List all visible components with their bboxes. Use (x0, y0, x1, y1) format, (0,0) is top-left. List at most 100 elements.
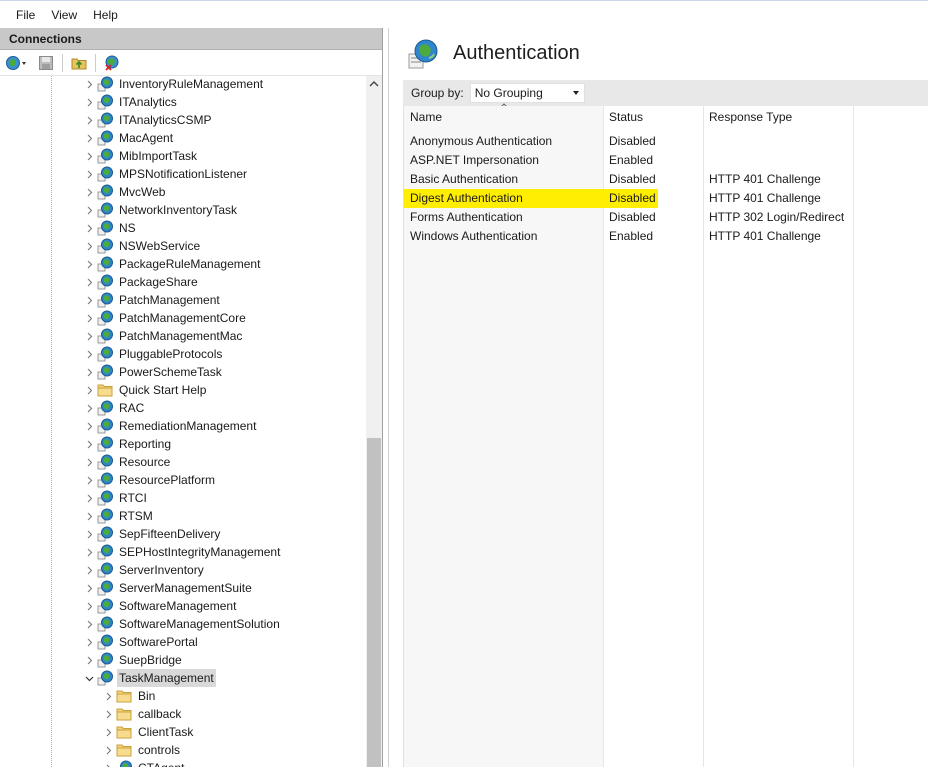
menu-file[interactable]: File (8, 4, 43, 26)
tree-item[interactable]: MPSNotificationListener (84, 165, 249, 183)
chevron-right-icon[interactable] (84, 597, 94, 615)
chevron-right-icon[interactable] (84, 291, 94, 309)
tree-item[interactable]: Bin (103, 687, 157, 705)
chevron-right-icon[interactable] (84, 219, 94, 237)
chevron-right-icon[interactable] (84, 615, 94, 633)
tree-item[interactable]: Resource (84, 453, 172, 471)
tree-scrollbar[interactable] (366, 76, 382, 767)
tree-item[interactable]: TaskManagement (84, 669, 216, 687)
tree-item[interactable]: controls (103, 741, 182, 759)
chevron-right-icon[interactable] (84, 471, 94, 489)
tree-item[interactable]: ITAnalyticsCSMP (84, 111, 213, 129)
scroll-thumb[interactable] (367, 438, 381, 767)
chevron-right-icon[interactable] (84, 165, 94, 183)
disconnect-button[interactable] (102, 53, 122, 73)
tree-item[interactable]: PackageRuleManagement (84, 255, 262, 273)
chevron-right-icon[interactable] (84, 651, 94, 669)
chevron-right-icon[interactable] (84, 417, 94, 435)
tree-item[interactable]: MacAgent (84, 129, 175, 147)
table-row[interactable]: ASP.NET Impersonation Enabled (404, 151, 928, 170)
tree-item[interactable]: ITAnalytics (84, 93, 179, 111)
tree-item[interactable]: NSWebService (84, 237, 202, 255)
chevron-right-icon[interactable] (84, 183, 94, 201)
tree-item[interactable]: RTCI (84, 489, 149, 507)
tree-item[interactable]: PatchManagement (84, 291, 222, 309)
tree-item[interactable]: callback (103, 705, 183, 723)
menu-view[interactable]: View (43, 4, 85, 26)
chevron-right-icon[interactable] (103, 723, 113, 741)
chevron-right-icon[interactable] (84, 507, 94, 525)
chevron-right-icon[interactable] (84, 525, 94, 543)
tree-item[interactable]: PatchManagementMac (84, 327, 244, 345)
column-header-name[interactable]: Name (404, 106, 603, 128)
group-by-dropdown[interactable]: No Grouping (469, 83, 585, 103)
tree-item[interactable]: RTSM (84, 507, 155, 525)
chevron-right-icon[interactable] (84, 147, 94, 165)
chevron-right-icon[interactable] (84, 111, 94, 129)
tree-item[interactable]: MibImportTask (84, 147, 199, 165)
chevron-right-icon[interactable] (84, 453, 94, 471)
chevron-right-icon[interactable] (84, 273, 94, 291)
chevron-right-icon[interactable] (84, 201, 94, 219)
tree-item[interactable]: Reporting (84, 435, 173, 453)
tree-item[interactable]: ServerInventory (84, 561, 206, 579)
save-button[interactable] (36, 53, 56, 73)
chevron-right-icon[interactable] (84, 129, 94, 147)
chevron-right-icon[interactable] (103, 705, 113, 723)
tree-item[interactable]: CTAgent (103, 759, 186, 767)
tree-item[interactable]: ServerManagementSuite (84, 579, 254, 597)
column-header-status[interactable]: Status (603, 106, 703, 128)
chevron-right-icon[interactable] (84, 363, 94, 381)
tree-item[interactable]: SEPHostIntegrityManagement (84, 543, 282, 561)
chevron-right-icon[interactable] (84, 543, 94, 561)
chevron-right-icon[interactable] (84, 381, 94, 399)
chevron-right-icon[interactable] (84, 76, 94, 93)
tree-item[interactable]: SoftwareManagement (84, 597, 238, 615)
tree-item[interactable]: RAC (84, 399, 146, 417)
chevron-right-icon[interactable] (84, 93, 94, 111)
tree-item[interactable]: InventoryRuleManagement (84, 76, 265, 93)
menu-help[interactable]: Help (85, 4, 126, 26)
chevron-right-icon[interactable] (84, 399, 94, 417)
chevron-right-icon[interactable] (84, 579, 94, 597)
tree-item[interactable]: PatchManagementCore (84, 309, 248, 327)
table-row[interactable]: Digest Authentication Disabled HTTP 401 Ch… (404, 189, 928, 208)
tree-item[interactable]: PowerSchemeTask (84, 363, 224, 381)
up-level-button[interactable] (69, 53, 89, 73)
chevron-right-icon[interactable] (84, 237, 94, 255)
connect-button[interactable] (4, 53, 30, 73)
tree-item[interactable]: SoftwareManagementSolution (84, 615, 282, 633)
chevron-right-icon[interactable] (84, 561, 94, 579)
table-row[interactable]: Anonymous Authentication Disabled (404, 132, 928, 151)
tree-item[interactable]: NS (84, 219, 138, 237)
tree-item[interactable]: Quick Start Help (84, 381, 208, 399)
chevron-right-icon[interactable] (84, 255, 94, 273)
table-row[interactable]: Forms Authentication Disabled HTTP 302 Log… (404, 208, 928, 227)
tree-item[interactable]: PackageShare (84, 273, 200, 291)
tree-item[interactable]: SoftwarePortal (84, 633, 200, 651)
chevron-right-icon[interactable] (103, 687, 113, 705)
scroll-up-button[interactable] (366, 76, 382, 92)
tree-item[interactable]: SuepBridge (84, 651, 184, 669)
chevron-right-icon[interactable] (84, 633, 94, 651)
save-icon (39, 55, 53, 70)
tree-item[interactable]: PluggableProtocols (84, 345, 224, 363)
tree-item[interactable]: RemediationManagement (84, 417, 258, 435)
cell-name: Windows Authentication (410, 229, 538, 243)
chevron-right-icon[interactable] (103, 741, 113, 759)
column-header-response-type[interactable]: Response Type (703, 106, 853, 128)
table-row[interactable]: Windows Authentication Enabled HTTP 401 Ch… (404, 227, 928, 246)
chevron-right-icon[interactable] (84, 345, 94, 363)
chevron-right-icon[interactable] (84, 435, 94, 453)
tree-item[interactable]: SepFifteenDelivery (84, 525, 222, 543)
tree-item[interactable]: ResourcePlatform (84, 471, 217, 489)
chevron-right-icon[interactable] (84, 489, 94, 507)
table-row[interactable]: Basic Authentication Disabled HTTP 401 Cha… (404, 170, 928, 189)
chevron-right-icon[interactable] (84, 309, 94, 327)
tree-item[interactable]: MvcWeb (84, 183, 167, 201)
chevron-right-icon[interactable] (84, 327, 94, 345)
chevron-down-icon[interactable] (84, 669, 94, 687)
chevron-right-icon[interactable] (103, 759, 113, 767)
tree-item[interactable]: ClientTask (103, 723, 195, 741)
tree-item[interactable]: NetworkInventoryTask (84, 201, 239, 219)
